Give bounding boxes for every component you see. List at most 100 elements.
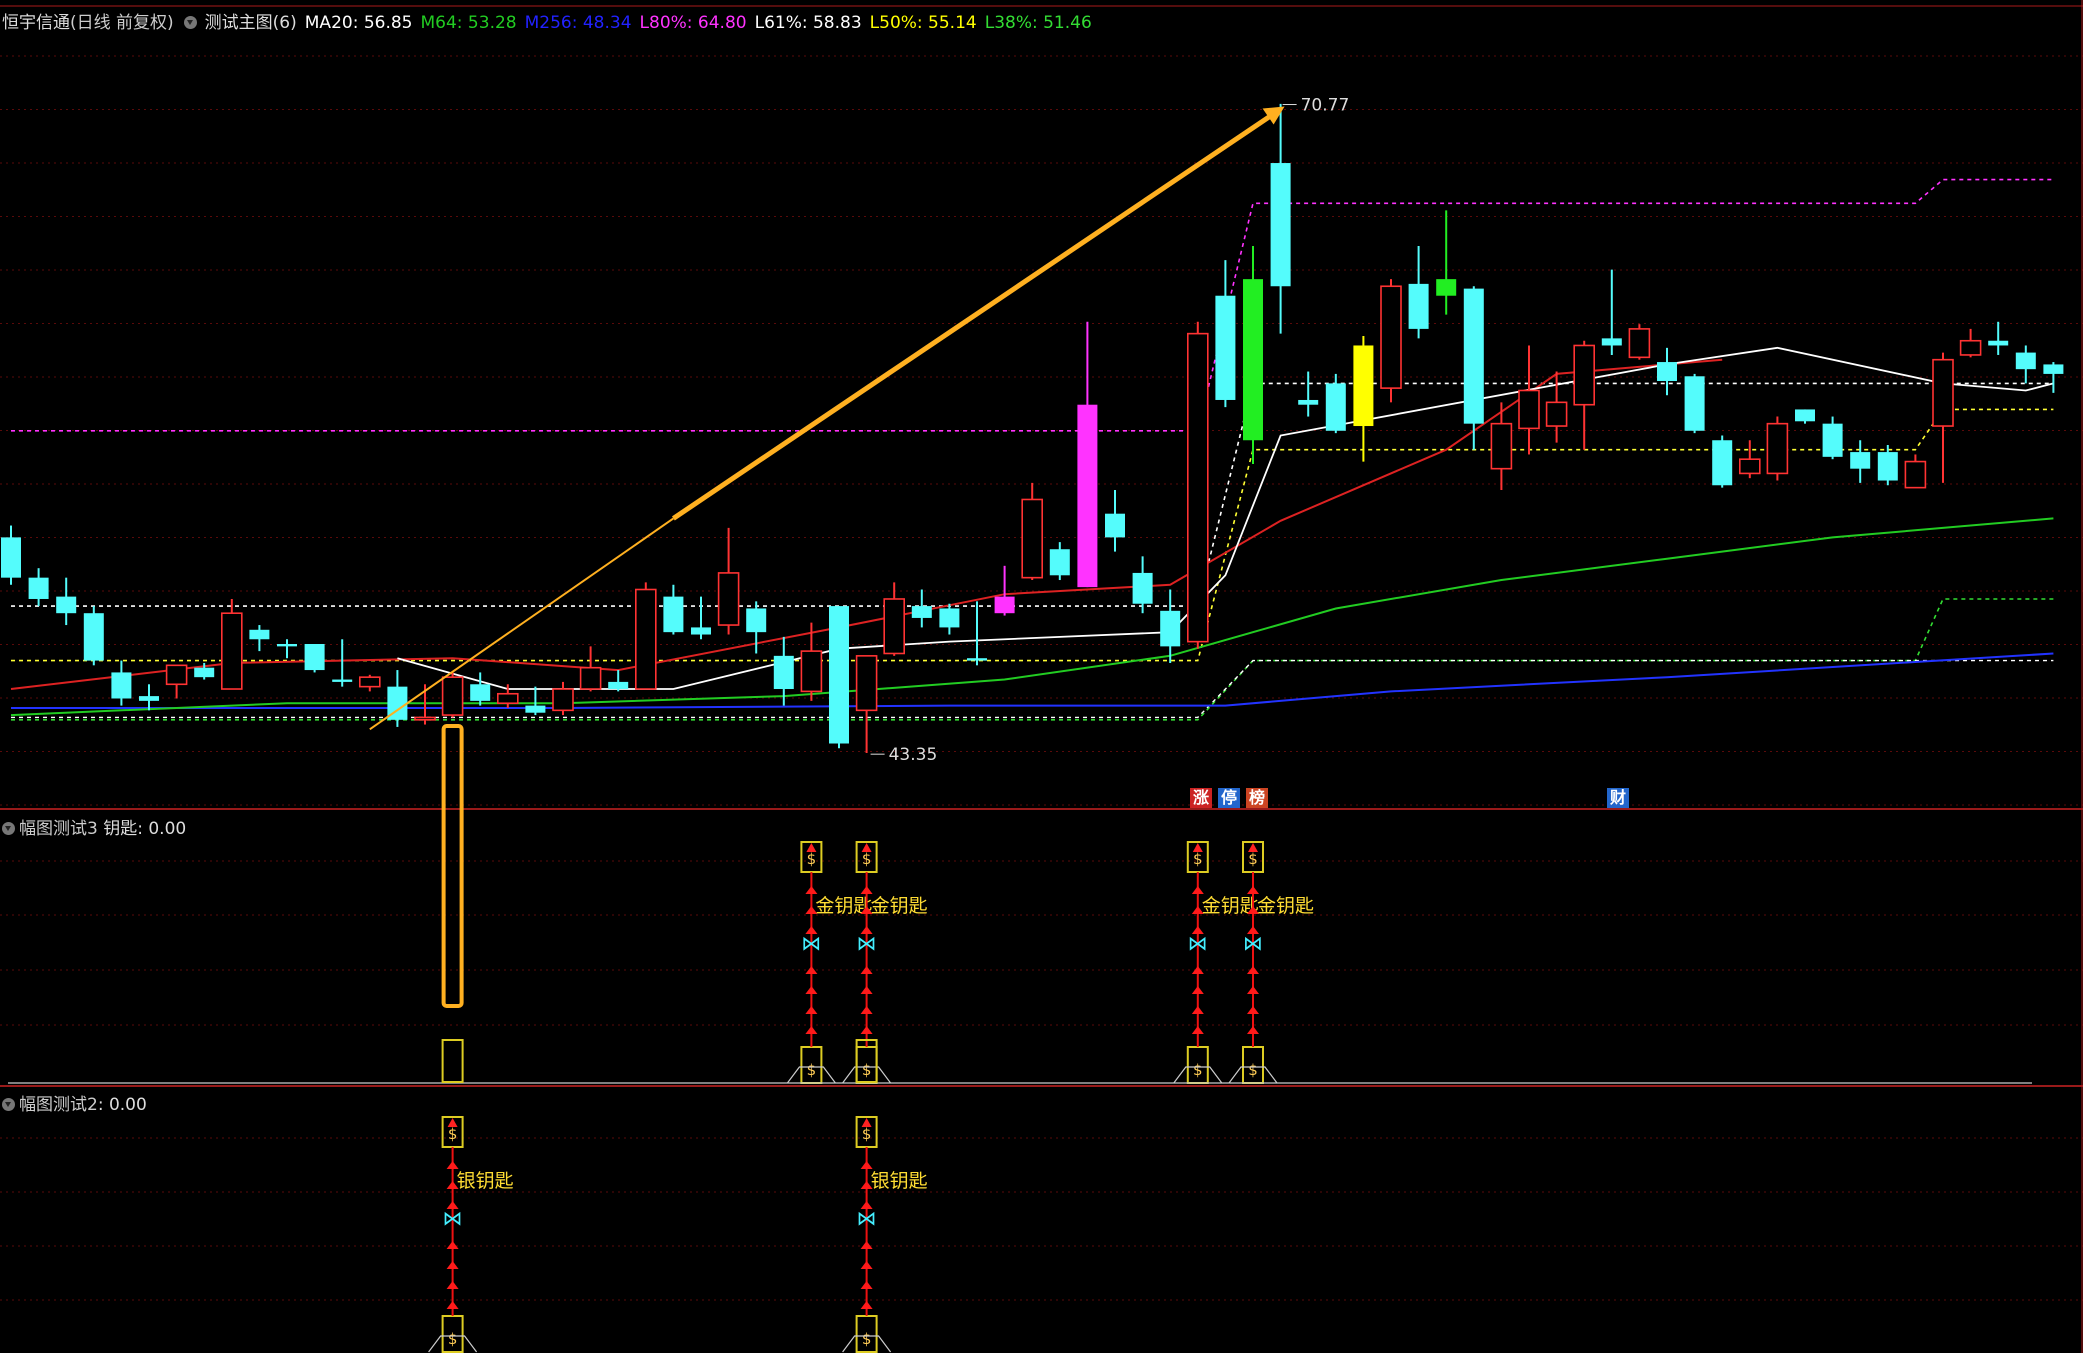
candle-body	[1712, 440, 1733, 486]
candle-body	[634, 588, 657, 690]
main-chart-header: 恒宇信通(日线 前复权) 测试主图(6) MA20: 56.85 M64: 53.28…	[2, 8, 1108, 33]
candle-body	[1766, 422, 1789, 475]
signal-cap	[441, 1039, 464, 1083]
event-marker[interactable]: 榜	[1246, 788, 1269, 808]
event-marker[interactable]: 财	[1607, 788, 1630, 808]
candle-body	[83, 613, 104, 661]
indicator-value: L50%: 55.14	[869, 13, 977, 33]
candle-body	[1932, 358, 1954, 427]
pane3-title[interactable]: 幅图测试2	[19, 1095, 98, 1115]
candle-body	[579, 666, 602, 690]
signal-box	[441, 724, 464, 1008]
candle-body	[1, 537, 21, 578]
event-marker[interactable]: 涨	[1190, 788, 1213, 808]
candle-body	[855, 655, 878, 712]
candle-body	[1904, 460, 1927, 489]
high-label: 70.77	[1301, 96, 1350, 116]
pane2-value: 钥匙: 0.00	[103, 819, 187, 839]
money-bag-icon: $	[1248, 850, 1258, 868]
candle-body	[332, 679, 353, 682]
butterfly-icon: ⋈	[801, 931, 821, 955]
red-arrow-icon	[446, 1241, 459, 1249]
candle-body	[139, 696, 159, 701]
candle-body	[1105, 513, 1125, 538]
red-arrow-icon	[806, 843, 817, 852]
candle-body	[194, 667, 215, 678]
red-arrow-icon	[805, 1026, 818, 1034]
candle-body	[56, 596, 77, 614]
key-label: 金钥匙	[1257, 895, 1314, 917]
butterfly-icon: ⋈	[857, 931, 877, 955]
candle-body	[994, 596, 1015, 614]
candle-body	[829, 606, 849, 744]
red-arrow-icon	[860, 986, 873, 994]
red-arrow-icon	[860, 1281, 873, 1289]
gold-key-signal: $ $ ⋈ 金钥匙	[842, 841, 928, 1084]
money-bag-icon: $	[807, 1061, 817, 1079]
candle-body	[1436, 279, 1457, 296]
silver-key-signal: $ $ ⋈ 银钥匙	[428, 1116, 514, 1353]
candle-body	[1684, 376, 1705, 431]
candle-body	[2043, 364, 2064, 374]
red-arrow-icon	[447, 1118, 458, 1127]
money-bag-icon: $	[862, 850, 872, 868]
red-arrow-icon	[1247, 986, 1259, 994]
candle-body	[1628, 328, 1651, 359]
event-marker[interactable]: 停	[1218, 788, 1241, 808]
indicator-value: L80%: 64.80	[639, 13, 747, 33]
red-arrow-icon	[860, 1261, 873, 1269]
candle-body	[1545, 401, 1568, 427]
red-arrow-icon	[860, 886, 873, 894]
candle-body	[1657, 362, 1677, 382]
butterfly-icon: ⋈	[1243, 931, 1263, 955]
candle-body	[1573, 344, 1595, 406]
candle-body	[746, 608, 767, 633]
candle-body	[111, 672, 132, 699]
indicator-value: M256: 48.34	[524, 13, 632, 33]
candle-body	[800, 650, 823, 693]
candle-body	[496, 692, 519, 705]
money-bag-icon: $	[1193, 1061, 1203, 1079]
key-label: 银钥匙	[457, 1170, 514, 1192]
app-title: 恒宇信通	[2, 13, 70, 33]
red-arrow-icon	[805, 966, 818, 974]
candle-body	[470, 684, 491, 701]
indicator-value: L61%: 58.83	[754, 13, 862, 33]
gold-key-signal: $ $ ⋈ 金钥匙	[1228, 841, 1314, 1084]
key-label: 银钥匙	[871, 1170, 928, 1192]
candlestick-chart[interactable]: 70.7743.35$$⋈金钥匙$$⋈金钥匙$$⋈金钥匙$$⋈金钥匙$$⋈银钥匙…	[0, 0, 2083, 1353]
candle-body	[1408, 283, 1429, 329]
red-arrow-icon	[1191, 1006, 1204, 1014]
money-bag-icon: $	[862, 1061, 872, 1079]
candle-body	[1518, 389, 1540, 430]
pane3-value: : 0.00	[97, 1095, 147, 1115]
collapse-icon[interactable]	[183, 16, 197, 29]
red-arrow-icon	[805, 886, 818, 894]
collapse-icon[interactable]	[2, 822, 15, 835]
candle-body	[1353, 345, 1374, 427]
candle-body	[1850, 452, 1871, 469]
candle-body	[1243, 279, 1263, 441]
red-arrow-icon	[861, 1118, 872, 1127]
candle-body	[1049, 549, 1070, 576]
silver-key-signal: $ $ ⋈ 银钥匙	[842, 1116, 928, 1353]
money-bag-icon: $	[1193, 850, 1203, 868]
main-chart-name[interactable]: 测试主图(6)	[205, 13, 297, 33]
candle-body	[717, 572, 740, 626]
pane2-title[interactable]: 幅图测试3	[19, 819, 98, 839]
collapse-icon[interactable]	[2, 1098, 15, 1111]
candle-body	[691, 627, 711, 635]
red-arrow-icon	[1191, 986, 1204, 994]
red-arrow-icon	[446, 1301, 459, 1309]
candle-body	[663, 596, 684, 633]
candle-body	[773, 655, 794, 690]
pane2-header: 幅图测试3 钥匙: 0.00	[0, 814, 186, 839]
candle-body	[1601, 338, 1622, 346]
candle-body	[1795, 409, 1815, 422]
red-arrow-icon	[860, 1301, 873, 1309]
candle-body	[1270, 163, 1291, 287]
candle-body	[939, 608, 960, 628]
red-arrow-icon	[1248, 843, 1258, 852]
candle-body	[249, 629, 270, 640]
indicator-values: MA20: 56.85 M64: 53.28 M256: 48.34 L80%: 64…	[305, 13, 1100, 33]
